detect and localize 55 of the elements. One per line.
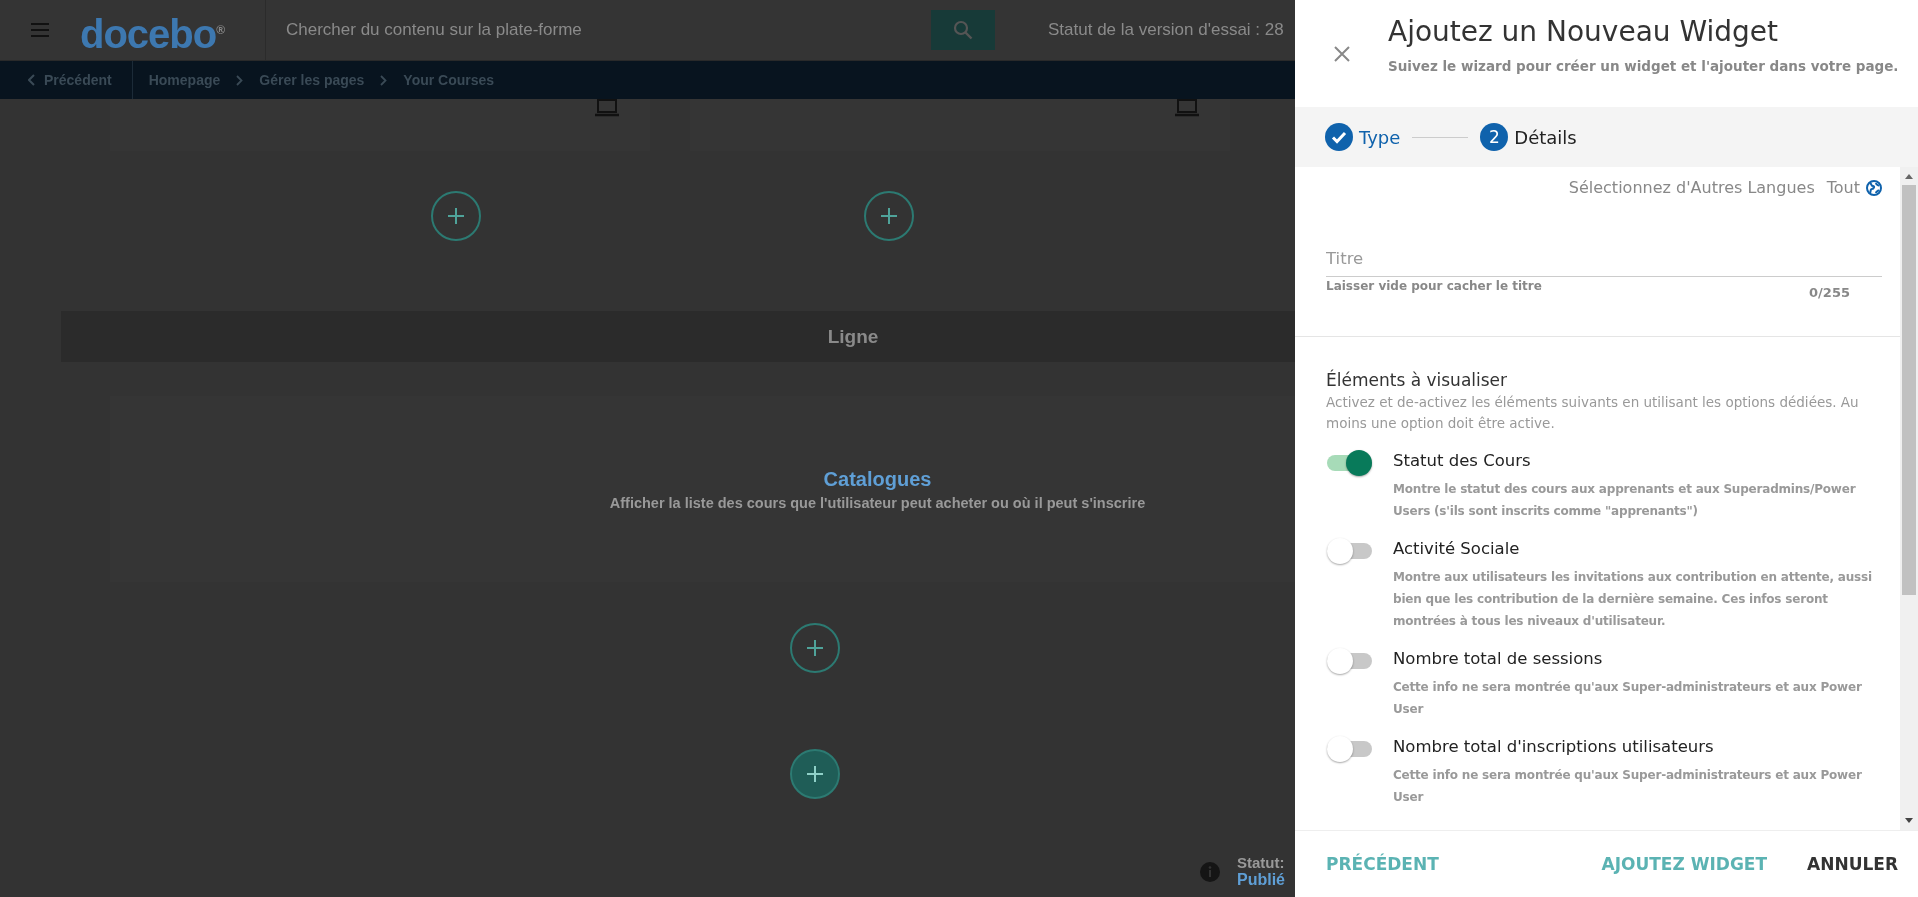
- title-input-field[interactable]: Titre: [1326, 249, 1882, 277]
- status-label: Statut:: [1237, 854, 1285, 871]
- scroll-down-icon[interactable]: [1904, 818, 1914, 824]
- scrollbar[interactable]: [1900, 167, 1918, 830]
- cancel-button[interactable]: ANNULER: [1807, 854, 1898, 874]
- toggle-description: Montre aux utilisateurs les invitations aux contribution en attente, aussi bien que les contribution de la dernière semaine. Ces infos seront montrées à tous les niveaux d'utilisateur.: [1393, 569, 1873, 630]
- toggle-switch[interactable]: [1326, 448, 1374, 478]
- laptop-icon: [1174, 99, 1200, 117]
- plus-icon: [447, 207, 466, 225]
- row-label: Ligne: [826, 325, 879, 348]
- wizard-step[interactable]: Type: [1325, 123, 1401, 151]
- globe-icon[interactable]: [1866, 179, 1882, 196]
- toggle-description: Cette info ne sera montrée qu'aux Super-administrateurs et aux Power User: [1393, 679, 1863, 718]
- trial-status: Statut de la version d'essai : 28: [1048, 20, 1284, 40]
- toggle-label: Nombre total d'inscriptions utilisateurs: [1393, 736, 1715, 758]
- plus-icon: [806, 765, 824, 783]
- plus-icon: [879, 207, 898, 225]
- toggle-label: Activité Sociale: [1393, 538, 1521, 560]
- check-icon: [1325, 123, 1353, 151]
- toggle-description: Cette info ne sera montrée qu'aux Super-administrateurs et aux Power User: [1393, 767, 1863, 806]
- section-title: Éléments à visualiser: [1326, 370, 1509, 390]
- title-helper-text: Laisser vide pour cacher le titre: [1326, 279, 1542, 295]
- toggle-label: Nombre total de sessions: [1393, 648, 1604, 670]
- add-widget-button[interactable]: AJOUTEZ WIDGET: [1601, 854, 1768, 874]
- wizard-step[interactable]: 2 Détails: [1480, 123, 1577, 151]
- widget-description: Afficher la liste des cours que l'utilisateur peut acheter ou où il peut s'inscrire: [609, 494, 1146, 511]
- languages-link[interactable]: Tout: [1826, 178, 1860, 197]
- add-widget-button[interactable]: [790, 623, 840, 673]
- status-value: Publié: [1237, 871, 1285, 889]
- add-widget-button[interactable]: [431, 191, 482, 241]
- previous-button[interactable]: PRÉCÉDENT: [1326, 854, 1439, 874]
- step-number: 2: [1480, 123, 1509, 151]
- laptop-icon: [594, 99, 620, 117]
- languages-label: Sélectionnez d'Autres Langues: [1568, 178, 1815, 197]
- toggle-switch[interactable]: [1326, 734, 1374, 764]
- search-icon: [953, 20, 973, 40]
- scroll-up-icon[interactable]: [1904, 173, 1914, 179]
- section-description: Activez et de-activez les éléments suivants en utilisant les options dédiées. Au moins une option doit être active.: [1326, 393, 1860, 433]
- chevron-left-icon: [28, 74, 36, 86]
- character-counter: 0/255: [1809, 285, 1850, 300]
- logo[interactable]: docebo$^{®}$: [80, 0, 266, 60]
- chevron-icon: [236, 74, 244, 86]
- toggle-switch[interactable]: [1326, 536, 1374, 566]
- toggle-label: Statut des Cours: [1393, 450, 1532, 472]
- toggle-switch[interactable]: [1326, 646, 1374, 676]
- plus-icon: [806, 639, 824, 657]
- add-widget-button[interactable]: [863, 191, 914, 241]
- search-field[interactable]: Chercher du contenu sur la plate-forme: [284, 19, 928, 41]
- widget-title: Catalogues: [823, 467, 932, 491]
- chevron-icon: [380, 74, 388, 86]
- add-row-button[interactable]: [790, 749, 840, 799]
- close-icon: [1332, 44, 1351, 63]
- panel-title: Ajoutez un Nouveau Widget: [1388, 15, 1780, 48]
- panel-subtitle: Suivez le wizard pour créer un widget et l'ajouter dans votre page.: [1388, 58, 1899, 74]
- toggle-description: Montre le statut des cours aux apprenants et aux Superadmins/Power Users (s'ils sont inscrits comme "apprenants"): [1393, 481, 1857, 520]
